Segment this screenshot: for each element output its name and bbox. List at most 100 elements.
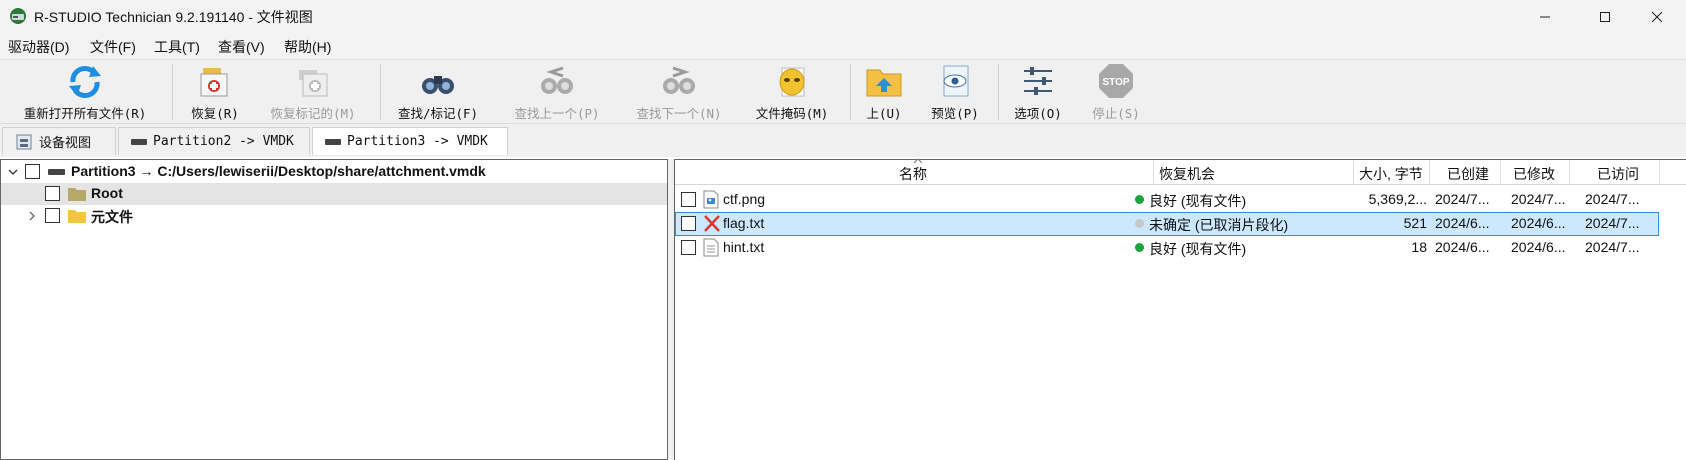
column-divider[interactable] (1353, 160, 1354, 184)
up-button[interactable]: 上(U) (856, 62, 912, 122)
status-dot (1135, 243, 1144, 252)
tree-item-label: Root (91, 185, 123, 201)
reopen-all-files-button[interactable]: 重新打开所有文件(R) (10, 62, 160, 122)
app-icon (10, 8, 26, 24)
tab-partition2-label: Partition2 -> VMDK (153, 134, 294, 149)
find-previous-label: 查找上一个(P) (514, 106, 600, 121)
status-dot (1135, 219, 1144, 228)
find-mark-label: 查找/标记(F) (397, 106, 479, 121)
folder-tree: Partition3 → C:/Users/lewiserii/Desktop/… (0, 159, 668, 460)
menu-bar: 驱动器(D) 文件(F) 工具(T) 查看(V) 帮助(H) (0, 33, 1686, 59)
close-button[interactable] (1628, 0, 1686, 33)
file-name: flag.txt (723, 215, 765, 231)
recover-marked-button[interactable]: 恢复标记的(M) (258, 62, 368, 122)
column-header-size[interactable]: 大小, 字节 (1359, 164, 1423, 184)
chevron-right-icon[interactable] (26, 210, 38, 222)
created-date: 2024/7... (1435, 191, 1490, 207)
options-button[interactable]: 选项(O) (1004, 62, 1072, 122)
column-header-created[interactable]: 已创建 (1447, 164, 1489, 184)
window-title: R-STUDIO Technician 9.2.191140 - 文件视图 (34, 9, 313, 25)
image-file-icon (703, 190, 719, 209)
menu-drive[interactable]: 驱动器(D) (8, 37, 69, 57)
tab-partition3[interactable]: Partition3 -> VMDK (312, 127, 508, 155)
file-name: ctf.png (723, 191, 766, 207)
file-size: 18 (1411, 239, 1427, 255)
status-dot (1135, 195, 1144, 204)
stop-label: 停止(S) (1092, 106, 1140, 121)
accessed-date: 2024/7... (1585, 191, 1640, 207)
row-checkbox[interactable] (681, 192, 696, 207)
recover-button[interactable]: 恢复(R) (180, 62, 250, 122)
folder-icon (68, 188, 86, 201)
column-divider[interactable] (1500, 160, 1501, 184)
column-header-modified[interactable]: 已修改 (1513, 164, 1555, 184)
preview-button[interactable]: 预览(P) (920, 62, 990, 122)
recover-icon (200, 68, 228, 97)
file-mask-button[interactable]: 文件掩码(M) (746, 62, 838, 122)
column-header-accessed[interactable]: 已访问 (1597, 164, 1639, 184)
tree-item-label: Partition3 → C:/Users/lewiserii/Desktop/… (71, 163, 486, 179)
column-divider[interactable] (1569, 160, 1570, 184)
stop-button[interactable]: STOP 停止(S) (1080, 62, 1152, 122)
recover-marked-label: 恢复标记的(M) (270, 106, 356, 121)
tree-checkbox[interactable] (45, 208, 60, 223)
file-size: 5,369,2... (1368, 191, 1427, 207)
disk-icon (131, 138, 147, 145)
up-label: 上(U) (866, 106, 902, 121)
text-file-icon (703, 238, 719, 257)
minimize-icon (1540, 16, 1550, 17)
accessed-date: 2024/7... (1585, 239, 1640, 255)
toolbar-separator (998, 64, 999, 120)
reopen-all-files-label: 重新打开所有文件(R) (23, 106, 147, 121)
file-list-header: 名称 恢复机会 大小, 字节 已创建 已修改 已访问 (675, 158, 1686, 185)
options-label: 选项(O) (1014, 106, 1062, 121)
menu-view[interactable]: 查看(V) (218, 37, 265, 57)
file-mask-label: 文件掩码(M) (755, 106, 829, 121)
folder-up-icon (866, 69, 902, 97)
find-previous-button[interactable]: 查找上一个(P) (502, 62, 612, 122)
tab-device-view[interactable]: 设备视图 (2, 127, 116, 155)
tree-item-root[interactable]: Root (1, 183, 667, 205)
menu-file[interactable]: 文件(F) (90, 37, 136, 57)
tree-checkbox[interactable] (45, 186, 60, 201)
column-divider[interactable] (1659, 160, 1660, 184)
row-checkbox[interactable] (681, 240, 696, 255)
find-next-label: 查找下一个(N) (636, 106, 722, 121)
disk-icon (325, 138, 341, 145)
row-checkbox[interactable] (681, 216, 696, 231)
table-row[interactable]: flag.txt 未确定 (已取消片段化) 521 2024/6... 2024… (675, 212, 1659, 236)
accessed-date: 2024/7... (1585, 215, 1640, 231)
table-row[interactable]: ctf.png 良好 (现有文件) 5,369,2... 2024/7... 2… (675, 188, 1686, 212)
tree-item-metafiles[interactable]: 元文件 (1, 205, 667, 227)
find-mark-button[interactable]: 查找/标记(F) (388, 62, 488, 122)
tree-checkbox[interactable] (25, 164, 40, 179)
tree-item-partition3[interactable]: Partition3 → C:/Users/lewiserii/Desktop/… (1, 161, 667, 183)
table-row[interactable]: hint.txt 良好 (现有文件) 18 2024/6... 2024/6..… (675, 236, 1686, 260)
menu-help[interactable]: 帮助(H) (284, 37, 331, 57)
binoculars-icon (422, 76, 454, 94)
recover-label: 恢复(R) (191, 106, 239, 121)
column-divider[interactable] (1429, 160, 1430, 184)
find-next-button[interactable]: 查找下一个(N) (624, 62, 734, 122)
view-tabs: 设备视图 Partition2 -> VMDK Partition3 -> VM… (0, 123, 1686, 157)
chevron-down-icon[interactable] (7, 166, 19, 178)
column-header-name[interactable]: 名称 (899, 164, 927, 184)
column-divider[interactable] (1153, 160, 1154, 184)
disk-icon (48, 169, 65, 175)
tree-item-label: 元文件 (91, 209, 133, 225)
svg-text:STOP: STOP (1102, 77, 1129, 88)
maximize-button[interactable] (1576, 0, 1634, 33)
recover-marked-icon (299, 70, 328, 97)
tab-partition2[interactable]: Partition2 -> VMDK (118, 127, 310, 155)
toolbar-separator (850, 64, 851, 120)
find-previous-icon (541, 66, 573, 94)
column-header-chance[interactable]: 恢复机会 (1159, 164, 1215, 184)
folder-icon (68, 210, 86, 223)
minimize-button[interactable] (1516, 0, 1574, 33)
tab-device-view-label: 设备视图 (39, 136, 92, 151)
menu-tools[interactable]: 工具(T) (154, 37, 200, 57)
toolbar-separator (380, 64, 381, 120)
file-list: 名称 恢复机会 大小, 字节 已创建 已修改 已访问 ctf.png 良好 (现… (674, 158, 1686, 460)
close-icon (1651, 11, 1663, 22)
preview-icon (943, 65, 969, 97)
